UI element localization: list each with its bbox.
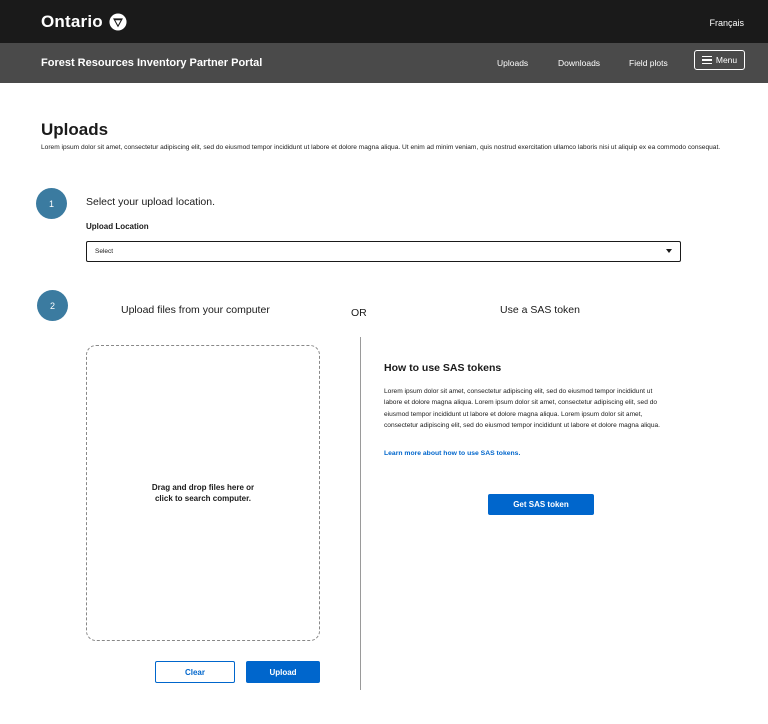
select-value: Select bbox=[95, 248, 114, 255]
nav-uploads-link[interactable]: Uploads bbox=[497, 58, 528, 68]
portal-title: Forest Resources Inventory Partner Porta… bbox=[41, 57, 263, 69]
chevron-down-icon bbox=[666, 249, 672, 253]
upload-location-select[interactable]: Select bbox=[86, 241, 681, 262]
sas-help-title: How to use SAS tokens bbox=[384, 362, 502, 374]
sas-help-body: Lorem ipsum dolor sit amet, consectetur … bbox=[384, 388, 661, 429]
file-dropzone[interactable]: Drag and drop files here or click to sea… bbox=[86, 345, 320, 641]
logo-text: Ontario bbox=[41, 12, 103, 31]
intro-text: Lorem ipsum dolor sit amet, consectetur … bbox=[41, 144, 721, 151]
ontario-trillium-icon bbox=[109, 13, 127, 31]
menu-button[interactable]: Menu bbox=[694, 50, 745, 70]
or-separator: OR bbox=[351, 307, 367, 319]
menu-label: Menu bbox=[715, 55, 738, 65]
nav-downloads-link[interactable]: Downloads bbox=[558, 58, 600, 68]
language-toggle-link[interactable]: Français bbox=[709, 18, 744, 28]
column-divider bbox=[360, 337, 361, 690]
upload-location-label: Upload Location bbox=[86, 222, 149, 231]
step-1-label: Select your upload location. bbox=[86, 196, 215, 208]
get-sas-token-button[interactable]: Get SAS token bbox=[488, 494, 594, 515]
upload-button[interactable]: Upload bbox=[246, 661, 320, 683]
step-1-badge: 1 bbox=[36, 188, 67, 219]
use-sas-token-heading: Use a SAS token bbox=[500, 304, 580, 316]
step-2-badge: 2 bbox=[37, 290, 68, 321]
nav-field-plots-link[interactable]: Field plots bbox=[629, 58, 668, 68]
dropzone-text: Drag and drop files here or click to sea… bbox=[151, 483, 255, 503]
sas-learn-more-link[interactable]: Learn more about how to use SAS tokens. bbox=[384, 450, 520, 457]
page-title: Uploads bbox=[41, 120, 109, 139]
clear-button[interactable]: Clear bbox=[155, 661, 235, 683]
upload-from-computer-heading: Upload files from your computer bbox=[121, 304, 270, 316]
hamburger-icon bbox=[701, 56, 712, 64]
ontario-logo[interactable]: Ontario bbox=[41, 12, 127, 32]
